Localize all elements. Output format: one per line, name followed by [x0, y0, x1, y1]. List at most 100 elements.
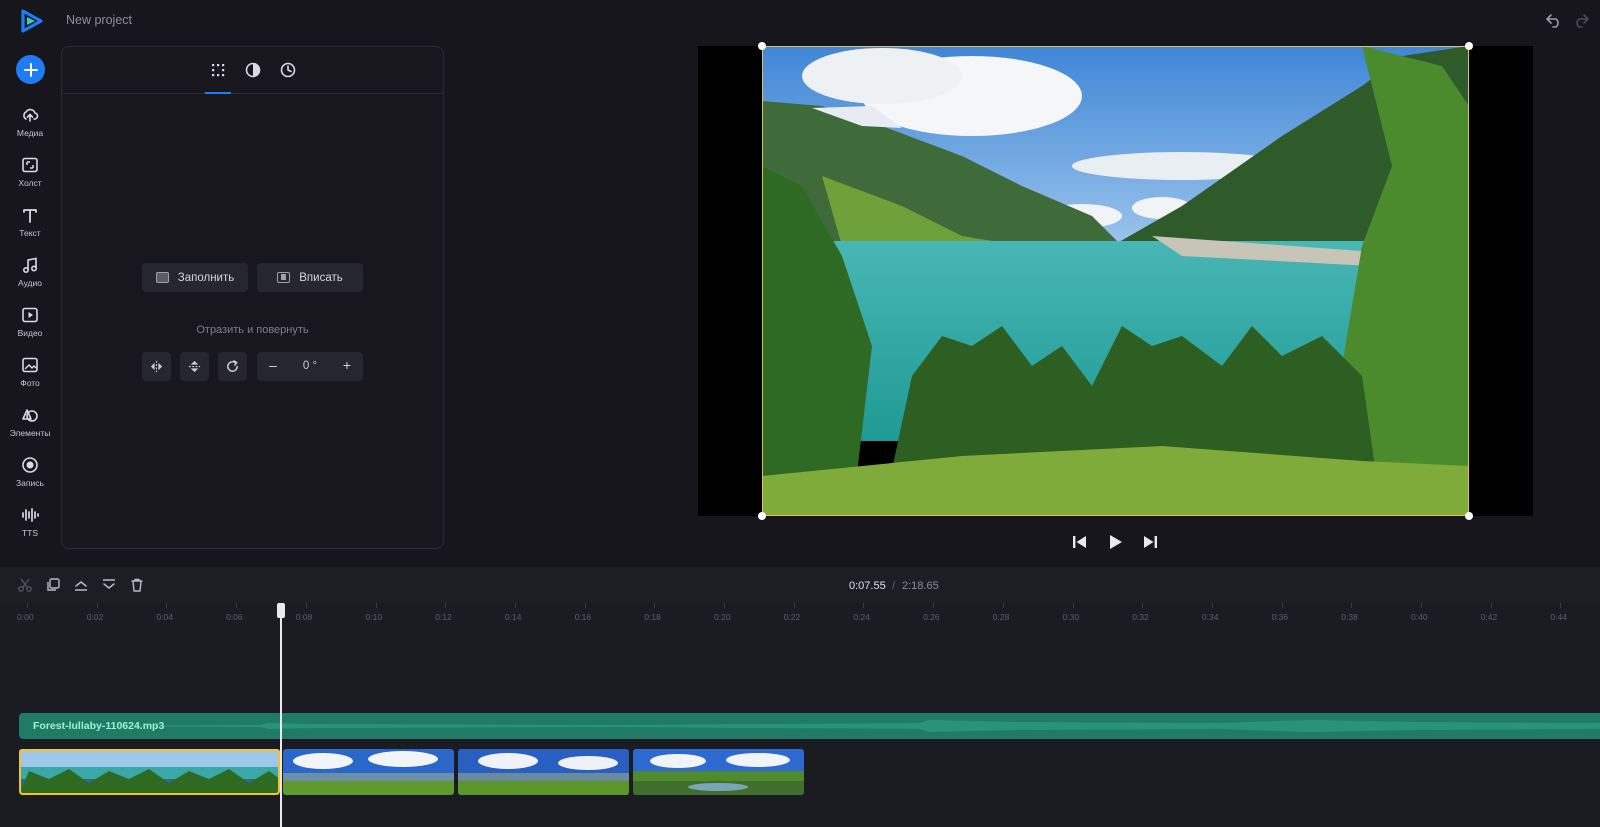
rotation-value[interactable]: 0 ° — [287, 360, 333, 372]
speed-tab-icon[interactable] — [279, 61, 297, 79]
time-separator: / — [892, 580, 896, 592]
ruler-tick-label: 0:10 — [365, 612, 383, 622]
upload-cloud-icon — [23, 108, 39, 122]
ruler-tick-label: 0:24 — [853, 612, 870, 622]
text-icon — [23, 209, 37, 223]
timeline-toolbar — [0, 567, 1600, 603]
ruler-tick-label: 0:36 — [1271, 612, 1289, 622]
project-title[interactable]: New project — [66, 13, 132, 27]
ruler-tick-label: 0:44 — [1550, 612, 1567, 622]
undo-icon[interactable] — [1545, 11, 1563, 29]
nav-record[interactable]: Запись — [0, 454, 60, 500]
fill-icon — [155, 272, 169, 283]
video-clip[interactable] — [458, 749, 629, 795]
nav-canvas[interactable]: Холст — [0, 154, 60, 200]
rotation-stepper[interactable]: – 0 ° + — [257, 352, 363, 381]
ruler-tick-label: 0:00 — [17, 612, 34, 622]
nav-elements[interactable]: Элементы — [0, 404, 60, 450]
fit-button[interactable]: Вписать — [257, 263, 363, 292]
playhead[interactable] — [280, 603, 282, 827]
nav-label: Холст — [18, 178, 42, 188]
ruler-tick-label: 0:08 — [295, 612, 313, 622]
ruler-tick — [96, 603, 98, 608]
nav-audio[interactable]: Аудио — [0, 254, 60, 300]
crop-tab-icon[interactable] — [209, 61, 227, 79]
nav-media[interactable]: Медиа — [0, 104, 60, 150]
fit-icon — [277, 272, 291, 283]
video-clip[interactable] — [633, 749, 804, 795]
ruler-tick-label: 0:12 — [435, 612, 452, 622]
ruler-tick-label: 0:30 — [1062, 612, 1080, 622]
resize-handle[interactable] — [758, 512, 766, 520]
adjust-tab-icon[interactable] — [244, 61, 262, 79]
nav-photo[interactable]: Фото — [0, 354, 60, 400]
ruler-tick-label: 0:42 — [1480, 612, 1498, 622]
photo-icon — [22, 357, 38, 373]
nav-label: Аудио — [18, 278, 42, 288]
rotation-decrease-button[interactable]: – — [264, 357, 282, 373]
shapes-icon — [22, 409, 38, 422]
move-up-icon[interactable] — [73, 577, 89, 593]
skip-back-icon[interactable] — [1070, 532, 1090, 552]
rotate-button[interactable] — [218, 352, 247, 381]
ruler-tick — [1072, 603, 1074, 608]
nav-video[interactable]: Видео — [0, 304, 60, 350]
flip-horizontal-button[interactable] — [142, 352, 171, 381]
resize-handle[interactable] — [758, 42, 766, 50]
move-down-icon[interactable] — [101, 577, 117, 593]
nav-tts[interactable]: TTS — [0, 504, 60, 550]
fit-button-label: Вписать — [299, 271, 343, 284]
flip-rotate-heading: Отразить и повернуть — [196, 324, 309, 336]
scissors-icon[interactable] — [17, 577, 33, 593]
ruler-tick-label: 0:32 — [1132, 612, 1149, 622]
fill-button[interactable]: Заполнить — [142, 263, 248, 292]
nav-text[interactable]: Текст — [0, 204, 60, 250]
skip-forward-icon[interactable] — [1140, 532, 1160, 552]
flip-vertical-icon — [188, 360, 201, 373]
ruler-tick — [27, 603, 28, 608]
ruler-tick — [305, 603, 307, 608]
ruler-tick — [1281, 603, 1283, 608]
duplicate-icon[interactable] — [45, 577, 61, 593]
ruler-tick-label: 0:02 — [86, 612, 104, 622]
video-icon — [22, 307, 38, 323]
redo-icon[interactable] — [1572, 11, 1590, 29]
ruler-tick — [1490, 603, 1492, 608]
rotation-increase-button[interactable]: + — [338, 357, 356, 373]
ruler-tick — [793, 603, 795, 608]
ruler-tick-label: 0:38 — [1341, 612, 1358, 622]
play-icon[interactable] — [1105, 532, 1125, 552]
add-button[interactable] — [16, 55, 45, 84]
ruler-tick — [445, 603, 447, 608]
nav-label: Медиа — [16, 128, 44, 138]
nav-label: Запись — [16, 478, 44, 488]
music-icon — [22, 257, 38, 274]
rotate-icon — [227, 360, 238, 372]
trash-icon[interactable] — [129, 577, 145, 593]
video-clip[interactable] — [283, 749, 454, 795]
ruler-tick — [375, 603, 377, 608]
ruler-tick — [1211, 603, 1213, 608]
ruler-tick-label: 0:20 — [714, 612, 731, 622]
ruler-tick-label: 0:06 — [226, 612, 243, 622]
logo-icon — [18, 8, 44, 34]
canvas-icon — [22, 157, 38, 173]
flip-horizontal-icon — [150, 360, 163, 373]
ruler-tick — [584, 603, 586, 608]
flip-vertical-button[interactable] — [180, 352, 209, 381]
audio-clip[interactable]: Forest-lullaby-110624.mp3 — [19, 713, 1600, 739]
ruler-tick-label: 0:18 — [644, 612, 661, 622]
ruler-tick-label: 0:04 — [156, 612, 173, 622]
ruler-tick-label: 0:34 — [1201, 612, 1219, 622]
ruler-tick — [1351, 603, 1353, 608]
plus-icon — [23, 62, 38, 77]
playhead-handle[interactable] — [277, 603, 285, 618]
current-time: 0:07.55 — [849, 580, 886, 592]
ruler-tick — [654, 603, 656, 608]
resize-handle[interactable] — [1465, 42, 1473, 50]
resize-handle[interactable] — [1465, 512, 1473, 520]
properties-panel — [61, 46, 444, 549]
selection-box[interactable] — [762, 46, 1469, 516]
ruler-tick — [166, 603, 168, 608]
ruler-tick — [1560, 603, 1562, 608]
